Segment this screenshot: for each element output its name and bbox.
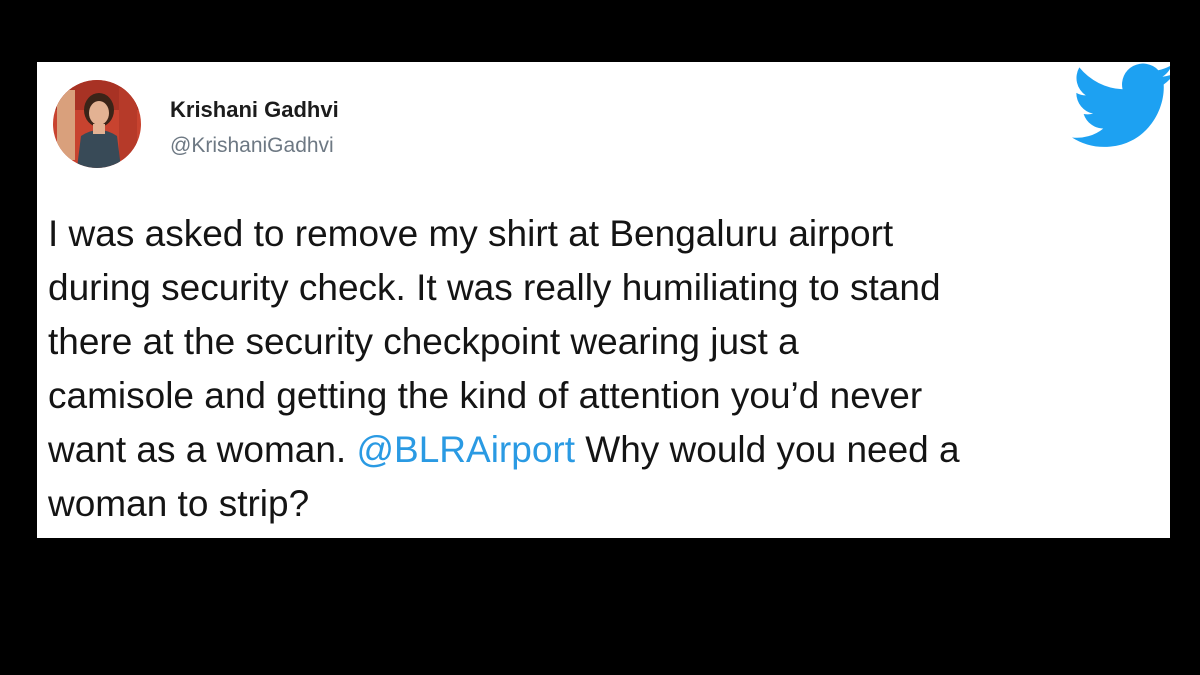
tweet-text-line: I was asked to remove my shirt at Bengal… [48, 213, 894, 254]
tweet-text-line: woman to strip? [48, 483, 310, 524]
tweet-text-segment: Why would you need a [575, 429, 960, 470]
screenshot-canvas: Krishani Gadhvi @KrishaniGadhvi I was as… [0, 0, 1200, 675]
user-handle[interactable]: @KrishaniGadhvi [170, 134, 334, 158]
tweet-text-line: there at the security checkpoint wearing… [48, 321, 799, 362]
mention-link[interactable]: @BLRAirport [356, 429, 575, 470]
tweet-text-line: want as a woman. @BLRAirport Why would y… [48, 423, 1163, 477]
tweet-text-line: camisole and getting the kind of attenti… [48, 375, 923, 416]
tweet-card: Krishani Gadhvi @KrishaniGadhvi I was as… [37, 62, 1170, 538]
tweet-text-segment: want as a woman. [48, 429, 357, 470]
twitter-bird-icon [1072, 63, 1170, 147]
tweet-text-line: during security check. It was really hum… [48, 267, 941, 308]
tweet-text: I was asked to remove my shirt at Bengal… [48, 207, 1163, 531]
avatar[interactable] [53, 80, 141, 168]
display-name[interactable]: Krishani Gadhvi [170, 97, 339, 123]
avatar-image [53, 80, 141, 168]
